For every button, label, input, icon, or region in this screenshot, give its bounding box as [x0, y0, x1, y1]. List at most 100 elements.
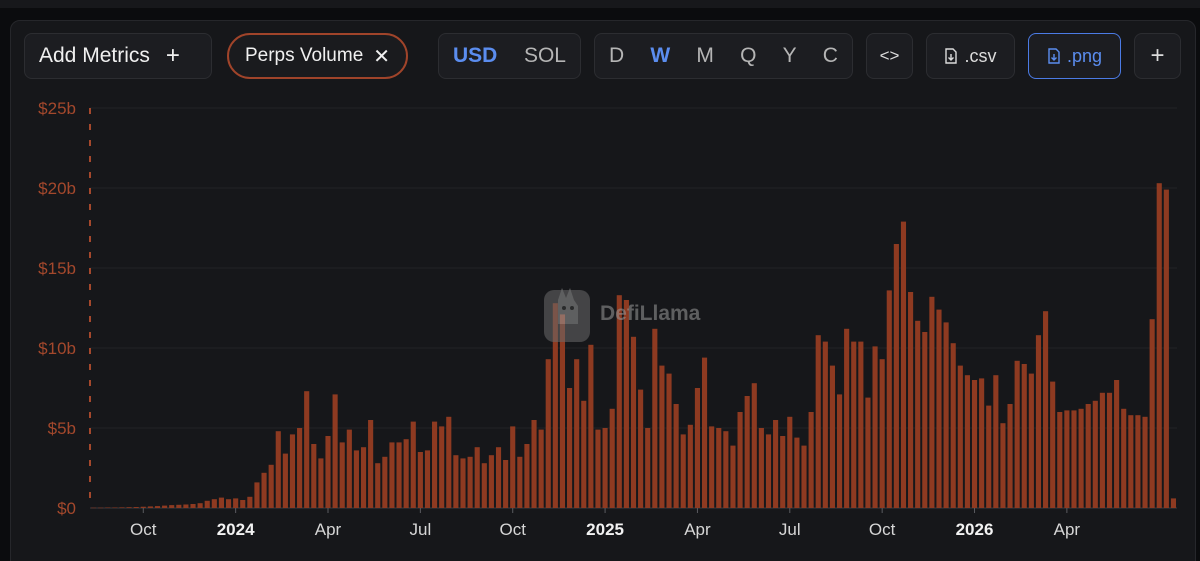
bar	[247, 496, 253, 508]
bar	[886, 290, 892, 508]
bar	[474, 447, 480, 508]
bar	[353, 450, 359, 508]
bar	[1071, 410, 1077, 508]
close-icon[interactable]: ✕	[373, 44, 390, 69]
file-download-icon	[1048, 48, 1060, 64]
bar	[822, 341, 828, 508]
bar	[90, 507, 97, 509]
bar	[538, 429, 544, 508]
bar	[169, 505, 175, 508]
period-option-y[interactable]: Y	[783, 44, 797, 68]
bar	[98, 507, 104, 509]
y-tick-label: $10b	[38, 339, 76, 358]
period-option-d[interactable]: D	[609, 44, 624, 68]
bar	[588, 344, 594, 508]
bar	[204, 500, 210, 508]
period-option-c[interactable]: C	[823, 44, 838, 68]
bar	[836, 394, 843, 508]
bar	[1121, 408, 1127, 508]
bar	[801, 445, 807, 508]
bar	[460, 458, 466, 508]
bar	[666, 373, 672, 508]
bar	[971, 380, 978, 508]
bar	[233, 498, 239, 508]
download-png-button[interactable]: .png	[1028, 33, 1121, 79]
bar	[730, 445, 736, 508]
bar	[1064, 410, 1070, 508]
bar	[488, 455, 494, 508]
bar	[1021, 364, 1027, 508]
period-option-m[interactable]: M	[696, 44, 714, 68]
bar	[780, 436, 786, 508]
png-label: .png	[1066, 45, 1103, 66]
bar	[652, 328, 658, 508]
bar	[190, 504, 196, 508]
bar	[375, 463, 381, 508]
bar	[1135, 415, 1141, 508]
bar	[1099, 392, 1105, 508]
bar	[879, 359, 885, 508]
bar	[602, 428, 608, 508]
bar	[1106, 392, 1113, 508]
x-tick-label: 2024	[217, 520, 255, 539]
bar	[922, 332, 928, 508]
bar	[261, 472, 267, 508]
bar	[1078, 408, 1084, 508]
bar	[1028, 373, 1034, 508]
add-chart-button[interactable]: +	[1134, 33, 1181, 79]
bar	[737, 412, 743, 508]
bar	[112, 507, 118, 509]
bar	[595, 429, 601, 508]
bar	[275, 431, 281, 508]
bar	[1085, 404, 1091, 508]
x-tick-label: Oct	[869, 520, 896, 539]
bar	[140, 506, 146, 508]
llama-logo-icon	[544, 288, 590, 342]
bar	[1149, 319, 1155, 508]
bar	[382, 456, 388, 508]
bar	[751, 383, 757, 508]
metric-pill-perps-volume[interactable]: Perps Volume ✕	[227, 33, 408, 79]
bar	[687, 424, 693, 508]
bar	[339, 442, 345, 508]
bar	[1043, 311, 1049, 508]
bar	[858, 341, 864, 508]
period-option-w[interactable]: W	[650, 44, 670, 68]
currency-option-sol[interactable]: SOL	[524, 44, 566, 68]
bar	[701, 357, 708, 508]
bar	[694, 388, 700, 508]
bar	[1014, 360, 1020, 508]
embed-button[interactable]: <>	[866, 33, 913, 79]
bar	[318, 458, 324, 508]
bar	[1035, 335, 1042, 508]
bar	[311, 444, 317, 508]
bar	[268, 464, 274, 508]
bar	[829, 365, 835, 508]
bar	[304, 391, 310, 508]
bar	[680, 434, 686, 508]
bar	[1170, 498, 1177, 508]
period-option-q[interactable]: Q	[740, 44, 756, 68]
bar	[254, 482, 260, 508]
bar	[765, 434, 772, 508]
bar	[936, 309, 942, 508]
bar	[773, 420, 779, 508]
bar	[531, 420, 537, 508]
bar	[197, 503, 203, 508]
file-download-icon	[945, 48, 958, 64]
bar	[638, 389, 644, 508]
bar	[183, 504, 189, 508]
download-csv-button[interactable]: .csv	[926, 33, 1015, 79]
bar	[986, 405, 992, 508]
bar	[154, 506, 161, 508]
bar	[162, 505, 168, 508]
bar	[510, 426, 516, 508]
currency-option-usd[interactable]: USD	[453, 44, 497, 68]
bar	[225, 499, 232, 508]
bar	[808, 412, 814, 508]
watermark-text: DefiLlama	[600, 302, 701, 325]
bar	[645, 428, 651, 508]
bar	[744, 396, 750, 508]
bar	[211, 499, 217, 508]
add-metrics-button[interactable]: Add Metrics +	[24, 33, 212, 79]
